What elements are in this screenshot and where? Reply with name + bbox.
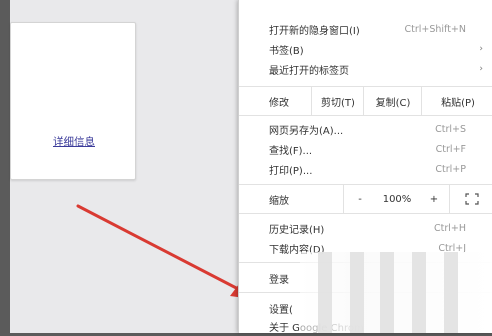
chevron-right-icon: › <box>479 44 483 54</box>
menu-item-bookmarks[interactable]: 书签(B) › <box>239 39 492 59</box>
menu-item-recent-tabs[interactable]: 最近打开的标签页 › <box>239 59 492 79</box>
cut-button[interactable]: 剪切(T) <box>311 87 364 115</box>
edit-row: 修改 剪切(T) 复制(C) 粘贴(P) <box>239 86 492 116</box>
menu-item-find[interactable]: 查找(F)... Ctrl+F <box>239 139 492 159</box>
content-card: 详细信息 <box>10 22 136 180</box>
menu-item-print[interactable]: 打印(P)... Ctrl+P <box>239 159 492 179</box>
zoom-out-button[interactable]: - <box>343 185 376 213</box>
blur-stripe <box>318 252 332 333</box>
chevron-right-icon: › <box>479 64 483 74</box>
menu-item-incognito[interactable]: 打开新的隐身窗口(I) Ctrl+Shift+N <box>239 19 492 39</box>
details-link[interactable]: 详细信息 <box>53 134 95 149</box>
fullscreen-icon <box>465 193 479 205</box>
blur-stripe <box>380 252 394 333</box>
blur-stripe <box>444 252 458 333</box>
edit-label: 修改 <box>269 97 289 109</box>
fullscreen-button[interactable] <box>449 185 492 213</box>
blur-stripe <box>412 252 426 333</box>
copy-button[interactable]: 复制(C) <box>363 87 422 115</box>
paste-button[interactable]: 粘贴(P) <box>421 87 492 115</box>
zoom-label: 缩放 <box>269 195 289 207</box>
zoom-level: 100% <box>382 193 412 205</box>
menu-item-history[interactable]: 历史记录(H) Ctrl+H <box>239 218 492 238</box>
zoom-in-button[interactable]: + <box>419 185 449 213</box>
blur-stripe <box>350 252 364 333</box>
menu-item-save-page[interactable]: 网页另存为(A)... Ctrl+S <box>239 119 492 139</box>
zoom-row: 缩放 - 100% + <box>239 184 492 214</box>
